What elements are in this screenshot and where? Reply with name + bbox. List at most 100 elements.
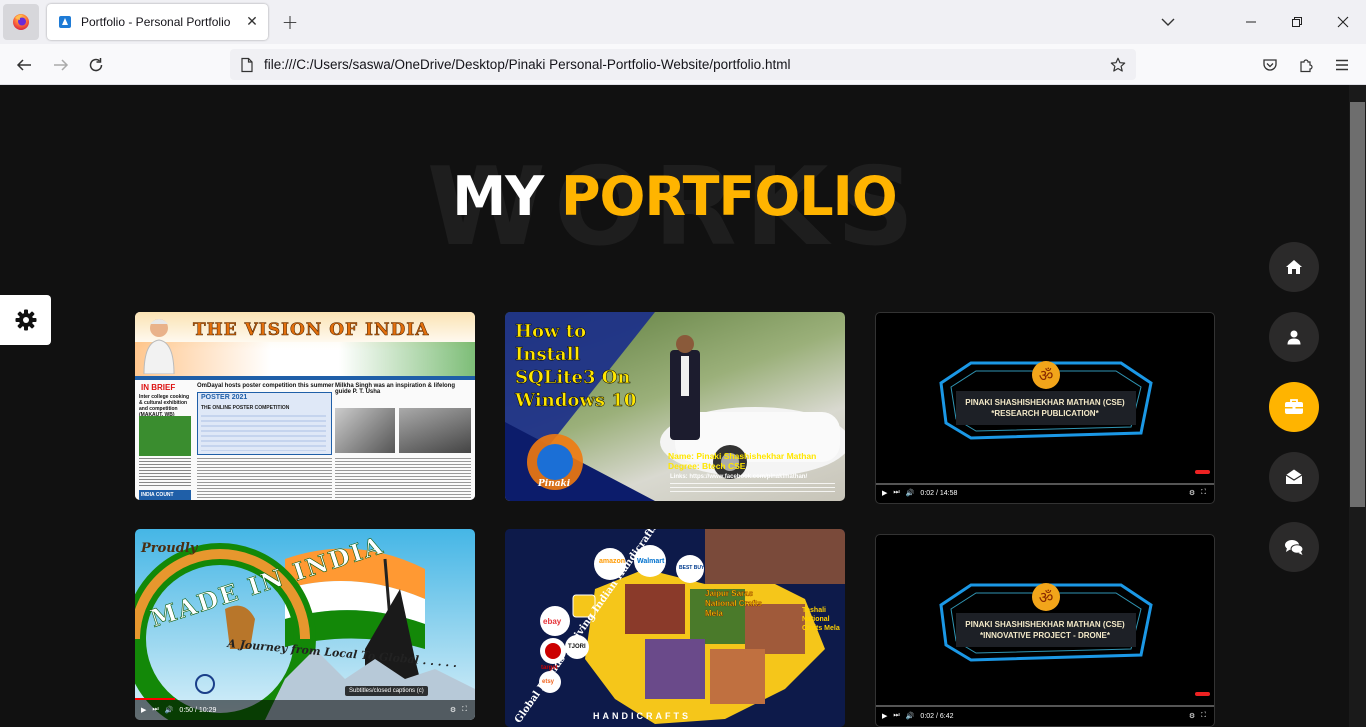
- url-text: file:///C:/Users/saswa/OneDrive/Desktop/…: [264, 57, 791, 72]
- page-scrollbar[interactable]: [1349, 85, 1366, 727]
- user-icon: [1287, 330, 1301, 345]
- title-accent-part: PORTFOLIO: [560, 165, 898, 228]
- pocket-button[interactable]: [1255, 50, 1285, 80]
- tab-strip: Portfolio - Personal Portfolio ✕ +: [0, 0, 1366, 44]
- portfolio-item-made-in-india[interactable]: Proudly MADE IN INDIA A Journey from Loc…: [135, 529, 475, 720]
- portfolio-item-research-video[interactable]: ॐ PINAKI SHASHISHEKHAR MATHAN (CSE) *RES…: [875, 312, 1215, 504]
- volume-icon[interactable]: 🔊: [906, 489, 915, 497]
- portfolio-page: WORKS MY PORTFOLIO THE VISION OF INDIA I…: [0, 85, 1349, 727]
- sqlite-author-name: Name: Pinaki Shashishekhar Mathan: [668, 451, 817, 461]
- close-window-button[interactable]: [1320, 0, 1366, 44]
- sqlite-author-degree: Degree: Btech CSE: [668, 461, 746, 471]
- sqlite-title-line-3: SQLite3 On: [515, 367, 631, 389]
- sqlite-title-line-1: How to: [515, 321, 587, 343]
- fullscreen-icon[interactable]: ⛶: [1201, 712, 1206, 720]
- restore-icon: [1292, 17, 1302, 27]
- tab-title: Portfolio - Personal Portfolio: [81, 15, 231, 29]
- drone-line-1: PINAKI SHASHISHEKHAR MATHAN (CSE): [965, 620, 1125, 629]
- fullscreen-icon[interactable]: ⛶: [1201, 489, 1206, 497]
- theme-settings-button[interactable]: [0, 295, 51, 345]
- jaipur-mela-text: Jaipur Saras National Crafts Mela: [705, 589, 762, 618]
- brand-ebay: ebay: [543, 617, 562, 626]
- settings-icon[interactable]: ⚙: [1189, 489, 1195, 497]
- reload-button[interactable]: [81, 50, 111, 80]
- nav-portfolio-button[interactable]: [1269, 382, 1319, 432]
- handicrafts-footer: HANDICRAFTS: [593, 711, 691, 721]
- play-icon[interactable]: ▶: [882, 489, 887, 497]
- fullscreen-icon[interactable]: ⛶: [462, 706, 467, 714]
- sqlite-title-line-2: Install: [515, 344, 581, 366]
- nav-blog-button[interactable]: [1269, 522, 1319, 572]
- poster-subtitle: THE ONLINE POSTER COMPETITION: [201, 405, 290, 411]
- brand-amazon: amazon: [599, 558, 626, 565]
- minimize-button[interactable]: [1228, 0, 1274, 44]
- brand-etsy: etsy: [542, 679, 555, 685]
- next-icon[interactable]: ⏭: [893, 489, 899, 497]
- news-headline-1: OmDayal hosts poster competition this su…: [197, 383, 334, 389]
- portfolio-item-handicrafts[interactable]: Global Brands Reviving Indian Handicraft…: [505, 529, 845, 727]
- comments-icon: [1285, 540, 1304, 555]
- brand-target: target: [541, 665, 558, 671]
- video-controls: ▶ ⏭ 🔊 0:02 / 14:58 ⚙ ⛶: [876, 483, 1214, 503]
- research-line-1: PINAKI SHASHISHEKHAR MATHAN (CSE): [965, 398, 1125, 407]
- portfolio-item-newspaper[interactable]: THE VISION OF INDIA IN BRIEF Inter colle…: [135, 312, 475, 500]
- nav-about-button[interactable]: [1269, 312, 1319, 362]
- tab-close-icon[interactable]: ✕: [242, 12, 262, 32]
- next-icon[interactable]: ⏭: [893, 712, 899, 720]
- news-section-title: IN BRIEF: [141, 383, 176, 392]
- restore-button[interactable]: [1274, 0, 1320, 44]
- puzzle-icon: [1300, 59, 1313, 73]
- settings-icon[interactable]: ⚙: [450, 706, 456, 714]
- volume-icon[interactable]: 🔊: [906, 712, 915, 720]
- pocket-icon: [1263, 59, 1277, 71]
- gear-icon: [15, 309, 36, 331]
- pinaki-logo-text: Pinaki: [538, 479, 571, 489]
- new-tab-button[interactable]: +: [278, 10, 302, 34]
- back-button[interactable]: [9, 50, 39, 80]
- nav-contact-button[interactable]: [1269, 452, 1319, 502]
- forward-button[interactable]: [46, 50, 76, 80]
- arrow-left-icon: [16, 59, 31, 71]
- page-title: MY PORTFOLIO: [0, 165, 1349, 228]
- extensions-button[interactable]: [1291, 50, 1321, 80]
- bookmark-star-icon[interactable]: [1106, 53, 1130, 77]
- firefox-view-button[interactable]: [3, 4, 39, 40]
- minimize-icon: [1246, 21, 1256, 23]
- news-brief-1: Inter college cooking & cultural exhibit…: [139, 394, 190, 418]
- newspaper-masthead: THE VISION OF INDIA: [193, 320, 430, 341]
- address-bar[interactable]: file:///C:/Users/saswa/OneDrive/Desktop/…: [230, 49, 1136, 80]
- envelope-open-icon: [1285, 469, 1303, 484]
- arrow-right-icon: [54, 59, 69, 71]
- reload-icon: [89, 58, 103, 72]
- volume-icon[interactable]: 🔊: [165, 706, 174, 714]
- research-line-2: *RESEARCH PUBLICATION*: [991, 409, 1099, 418]
- drone-line-2: *INNOVATIVE PROJECT - DRONE*: [980, 631, 1110, 640]
- play-icon[interactable]: ▶: [141, 706, 146, 714]
- brand-tjori: TJORI: [568, 644, 586, 650]
- proudly-text: Proudly: [141, 541, 198, 556]
- title-white-part: MY: [452, 165, 561, 228]
- settings-icon[interactable]: ⚙: [1189, 712, 1195, 720]
- play-icon[interactable]: ▶: [882, 712, 887, 720]
- close-icon: [1337, 16, 1349, 28]
- news-brief-2: INDIA COUNT: [139, 490, 191, 500]
- video-controls: ▶ ⏭ 🔊 0:02 / 6:42 ⚙ ⛶: [876, 706, 1214, 726]
- portfolio-item-sqlite[interactable]: How to Install SQLite3 On Windows 10 Pin…: [505, 312, 845, 501]
- nav-home-button[interactable]: [1269, 242, 1319, 292]
- svg-text:ॐ: ॐ: [1039, 366, 1054, 385]
- brand-walmart: Walmart: [637, 558, 665, 565]
- briefcase-icon: [1285, 399, 1303, 414]
- app-menu-button[interactable]: [1327, 50, 1357, 80]
- portrait-illustration: [143, 319, 175, 374]
- portfolio-favicon-icon: [59, 16, 71, 28]
- navigation-toolbar: file:///C:/Users/saswa/OneDrive/Desktop/…: [0, 44, 1366, 85]
- next-icon[interactable]: ⏭: [152, 706, 158, 714]
- list-all-tabs-button[interactable]: [1145, 0, 1191, 44]
- active-tab[interactable]: Portfolio - Personal Portfolio ✕: [47, 4, 268, 40]
- hamburger-menu-icon: [1336, 59, 1348, 71]
- video-time: 0:02 / 6:42: [920, 712, 954, 720]
- portfolio-item-drone-video[interactable]: ॐ PINAKI SHASHISHEKHAR MATHAN (CSE) *INN…: [875, 534, 1215, 727]
- page-icon: [241, 57, 253, 72]
- captions-tooltip: Subtitles/closed captions (c): [345, 686, 428, 696]
- scrollbar-thumb[interactable]: [1350, 102, 1365, 507]
